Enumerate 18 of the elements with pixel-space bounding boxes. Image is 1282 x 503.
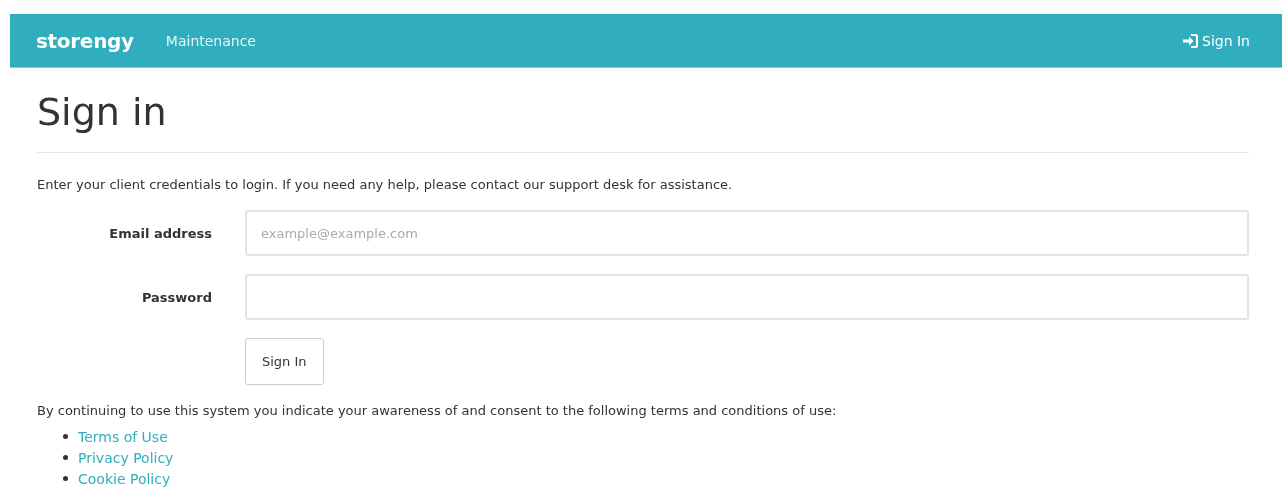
email-field[interactable]: example@example.com: [245, 210, 1249, 256]
policy-link[interactable]: Privacy Policy: [78, 449, 174, 466]
bullet-icon: [63, 434, 68, 439]
password-field[interactable]: [245, 274, 1249, 320]
intro-text: Enter your client credentials to login. If you need any help, please contact our support desk for assistance.: [37, 177, 734, 192]
bullet-icon: [63, 455, 68, 460]
policy-link[interactable]: Cookie Policy: [78, 470, 171, 487]
sign-in-link[interactable]: Sign In: [1182, 32, 1250, 49]
page-title: Sign in: [37, 89, 168, 136]
sign-in-icon: [1182, 33, 1198, 48]
brand-logo[interactable]: storengy: [36, 28, 134, 53]
field-label: Email address: [108, 225, 212, 241]
field-label: Password: [140, 289, 212, 305]
terms-text: By continuing to use this system you indicate your awareness of and consent to the following terms and conditions of use:: [37, 403, 838, 418]
bullet-icon: [63, 476, 68, 481]
nav-link[interactable]: Maintenance: [165, 32, 256, 49]
policy-link[interactable]: Terms of Use: [78, 428, 168, 445]
sign-in-button[interactable]: Sign In: [245, 338, 324, 385]
